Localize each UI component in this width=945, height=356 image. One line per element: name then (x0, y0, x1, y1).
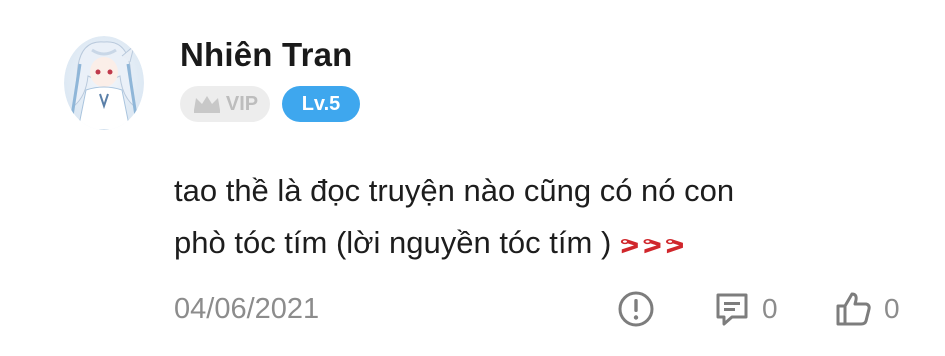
angry-emoji-text: ᕗ ᕗ ᕗ (619, 233, 684, 258)
vip-label: VIP (225, 92, 259, 115)
reply-button[interactable]: 0 (712, 289, 778, 329)
comment-line-1: tao thề là đọc truyện nào cũng có nó con (174, 173, 735, 208)
vip-badge: VIP (180, 86, 270, 122)
username[interactable]: Nhiên Tran (180, 36, 353, 74)
crown-icon (193, 96, 220, 113)
level-badge: Lv.5 (282, 86, 360, 122)
report-icon (618, 291, 654, 327)
comment-body: tao thề là đọc truyện nào cũng có nó con… (174, 165, 894, 272)
like-icon (836, 292, 871, 326)
level-label: Lv.5 (301, 92, 341, 115)
comment-actions: 0 0 (0, 289, 945, 329)
comment-line-2-wrap: phò tóc tím (lời nguyền tóc tím ) ᕗ ᕗ ᕗ (174, 217, 894, 272)
like-count: 0 (884, 293, 900, 324)
reply-icon (716, 293, 748, 326)
avatar[interactable] (64, 36, 144, 130)
report-button[interactable] (616, 289, 656, 329)
reply-count: 0 (762, 293, 778, 324)
comment-line-2: phò tóc tím (lời nguyền tóc tím ) (174, 225, 612, 260)
user-badges: VIP Lv.5 (180, 86, 360, 122)
like-button[interactable]: 0 (834, 289, 900, 329)
